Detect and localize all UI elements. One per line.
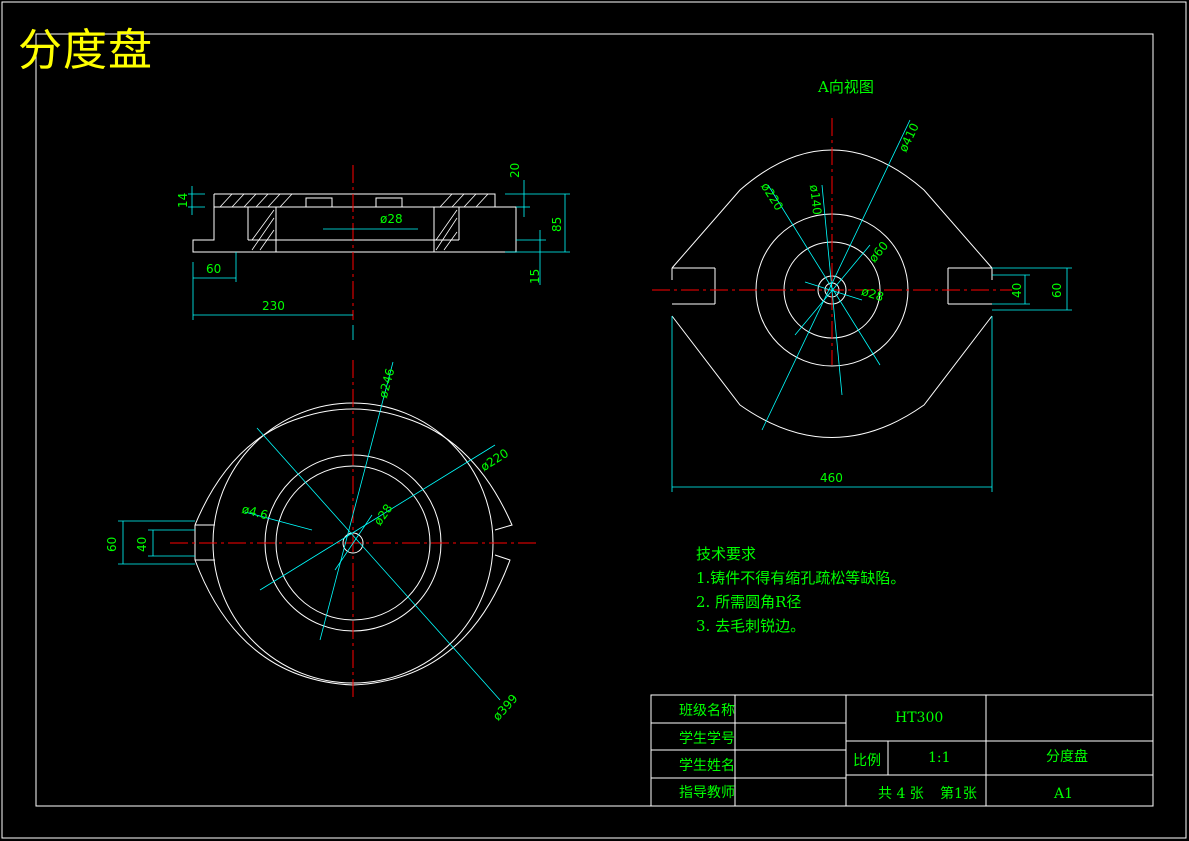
title-block-name-label: 学生姓名 bbox=[679, 758, 735, 774]
title-block-part-name: 分度盘 bbox=[1046, 749, 1088, 765]
dim-label: 15 bbox=[528, 268, 542, 284]
section-dimensions bbox=[188, 180, 570, 340]
dim-label: 230 bbox=[262, 299, 285, 313]
requirements-heading: 技术要求 bbox=[696, 545, 757, 563]
dim-label: 40 bbox=[1010, 282, 1024, 298]
dim-label: 60 bbox=[206, 262, 222, 276]
technical-requirements: 技术要求 1.铸件不得有缩孔疏松等缺陷。 2. 所需圆角R径 3. 去毛刺锐边。 bbox=[696, 542, 905, 638]
engineering-drawing bbox=[1, 1, 1187, 839]
title-block-sheets: 共 4 张 bbox=[878, 786, 924, 802]
bottom-view-centerlines bbox=[170, 360, 540, 700]
requirement-item: 1.铸件不得有缩孔疏松等缺陷。 bbox=[696, 569, 906, 587]
dim-label: ø140 bbox=[807, 184, 825, 216]
dim-label: 460 bbox=[820, 471, 843, 485]
view-a-dimensions bbox=[671, 119, 1072, 492]
drawing-title: 分度盘 bbox=[18, 25, 153, 76]
dim-label: 85 bbox=[550, 216, 564, 232]
title-block-material: HT300 bbox=[895, 710, 944, 726]
dim-label: 20 bbox=[508, 162, 522, 178]
title-block-id-label: 学生学号 bbox=[679, 731, 735, 747]
dim-label: 40 bbox=[135, 536, 149, 552]
title-block-instructor-label: 指导教师 bbox=[679, 785, 735, 801]
title-block-scale-value: 1:1 bbox=[928, 750, 951, 766]
view-a-centerlines bbox=[652, 118, 1012, 365]
requirement-item: 3. 去毛刺锐边。 bbox=[696, 617, 806, 635]
section-hatch bbox=[219, 193, 489, 251]
title-block-scale-label: 比例 bbox=[853, 753, 881, 769]
view-a-title: A向视图 bbox=[818, 78, 874, 96]
requirement-item: 2. 所需圆角R径 bbox=[696, 593, 802, 611]
inner-border bbox=[35, 33, 1154, 807]
title-block-paper-size: A1 bbox=[1054, 786, 1074, 802]
dim-label: ø28 bbox=[380, 212, 403, 226]
dim-label: 60 bbox=[105, 536, 119, 552]
bottom-view-dimensions bbox=[118, 361, 501, 701]
dim-label: 14 bbox=[176, 192, 190, 208]
title-block-class-label: 班级名称 bbox=[679, 703, 735, 719]
dim-label: 60 bbox=[1050, 282, 1064, 298]
title-block-sheet-no: 第1张 bbox=[940, 786, 977, 802]
outer-border bbox=[1, 1, 1187, 839]
